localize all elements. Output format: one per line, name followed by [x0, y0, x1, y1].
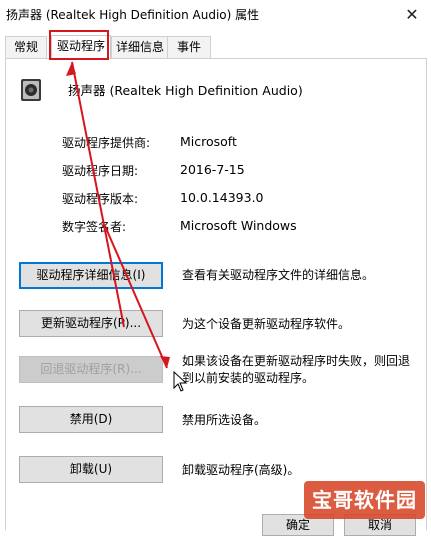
driver-provider-value: Microsoft [180, 134, 237, 149]
annotation-highlight-box [49, 30, 109, 60]
speaker-icon [21, 79, 41, 101]
driver-details-button[interactable]: 驱动程序详细信息(I) [19, 262, 163, 289]
driver-provider-label: 驱动程序提供商: [62, 136, 151, 150]
uninstall-description: 卸载驱动程序(高级)。 [182, 463, 300, 477]
window-title: 扬声器 (Realtek High Definition Audio) 属性 [6, 8, 260, 22]
device-name: 扬声器 (Realtek High Definition Audio) [68, 83, 303, 98]
driver-version-value: 10.0.14393.0 [180, 190, 264, 205]
roll-back-driver-button[interactable]: 回退驱动程序(R)... [19, 356, 163, 383]
tab-details[interactable]: 详细信息 [111, 36, 169, 58]
roll-back-driver-description: 如果该设备在更新驱动程序时失败，则回退到以前安装的驱动程序。 [182, 354, 411, 385]
disable-description: 禁用所选设备。 [182, 413, 267, 427]
driver-date-label: 驱动程序日期: [62, 164, 139, 178]
driver-version-label: 驱动程序版本: [62, 192, 139, 206]
digital-signer-value: Microsoft Windows [180, 218, 297, 233]
title-bar: 扬声器 (Realtek High Definition Audio) 属性 ✕ [0, 0, 431, 30]
tab-events[interactable]: 事件 [167, 36, 211, 58]
tab-general[interactable]: 常规 [5, 36, 47, 58]
close-icon[interactable]: ✕ [401, 4, 423, 26]
disable-button[interactable]: 禁用(D) [19, 406, 163, 433]
update-driver-button[interactable]: 更新驱动程序(P)... [19, 310, 163, 337]
digital-signer-label: 数字签名者: [62, 220, 127, 234]
update-driver-description: 为这个设备更新驱动程序软件。 [182, 317, 351, 331]
driver-date-value: 2016-7-15 [180, 162, 245, 177]
uninstall-button[interactable]: 卸载(U) [19, 456, 163, 483]
watermark-logo: 宝哥软件园 [304, 481, 425, 519]
driver-details-description: 查看有关驱动程序文件的详细信息。 [182, 268, 375, 282]
